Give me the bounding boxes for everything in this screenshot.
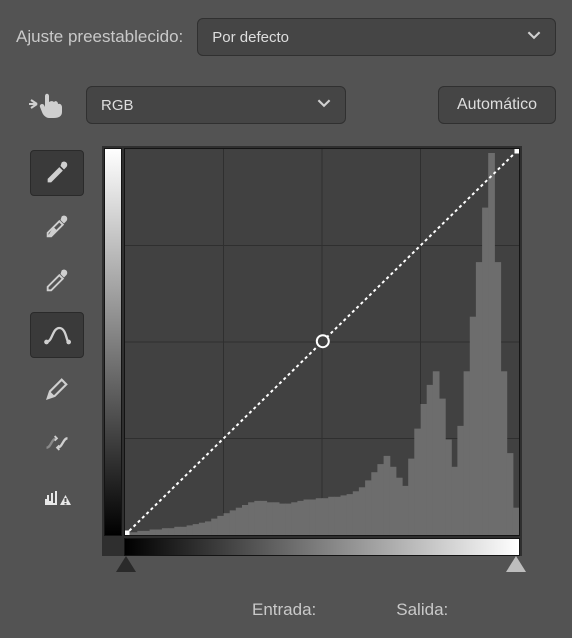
curves-plot[interactable] xyxy=(124,148,520,536)
auto-button-label: Automático xyxy=(457,96,537,114)
chevron-down-icon xyxy=(317,96,331,114)
tool-column xyxy=(16,146,98,620)
channel-select[interactable]: RGB xyxy=(86,86,346,124)
chevron-down-icon xyxy=(527,28,541,46)
channel-row: RGB Automático xyxy=(16,86,556,124)
curves-frame xyxy=(102,146,522,556)
eyedropper-gray-tool[interactable] xyxy=(30,204,84,250)
input-gradient xyxy=(124,538,520,556)
preset-label: Ajuste preestablecido: xyxy=(16,27,183,47)
curves-panel: Ajuste preestablecido: Por defecto RGB A… xyxy=(0,0,572,630)
white-point-slider[interactable] xyxy=(506,556,526,572)
output-label: Salida: xyxy=(396,600,448,620)
output-gradient xyxy=(104,148,122,536)
preset-row: Ajuste preestablecido: Por defecto xyxy=(16,18,556,56)
black-point-slider[interactable] xyxy=(116,556,136,572)
input-sliders xyxy=(102,556,522,578)
histogram-clip-icon[interactable] xyxy=(30,474,84,520)
curve-edit-tool[interactable] xyxy=(30,312,84,358)
channel-value: RGB xyxy=(101,97,134,114)
preset-select[interactable]: Por defecto xyxy=(197,18,556,56)
eyedropper-black-tool[interactable] xyxy=(30,150,84,196)
smooth-tool[interactable] xyxy=(30,420,84,466)
pencil-tool[interactable] xyxy=(30,366,84,412)
preset-value: Por defecto xyxy=(212,29,289,46)
curves-area: Entrada: Salida: xyxy=(102,146,556,620)
auto-button[interactable]: Automático xyxy=(438,86,556,124)
eyedropper-white-tool[interactable] xyxy=(30,258,84,304)
io-row: Entrada: Salida: xyxy=(102,600,556,620)
input-label: Entrada: xyxy=(252,600,316,620)
targeted-adjustment-icon[interactable] xyxy=(22,90,72,120)
